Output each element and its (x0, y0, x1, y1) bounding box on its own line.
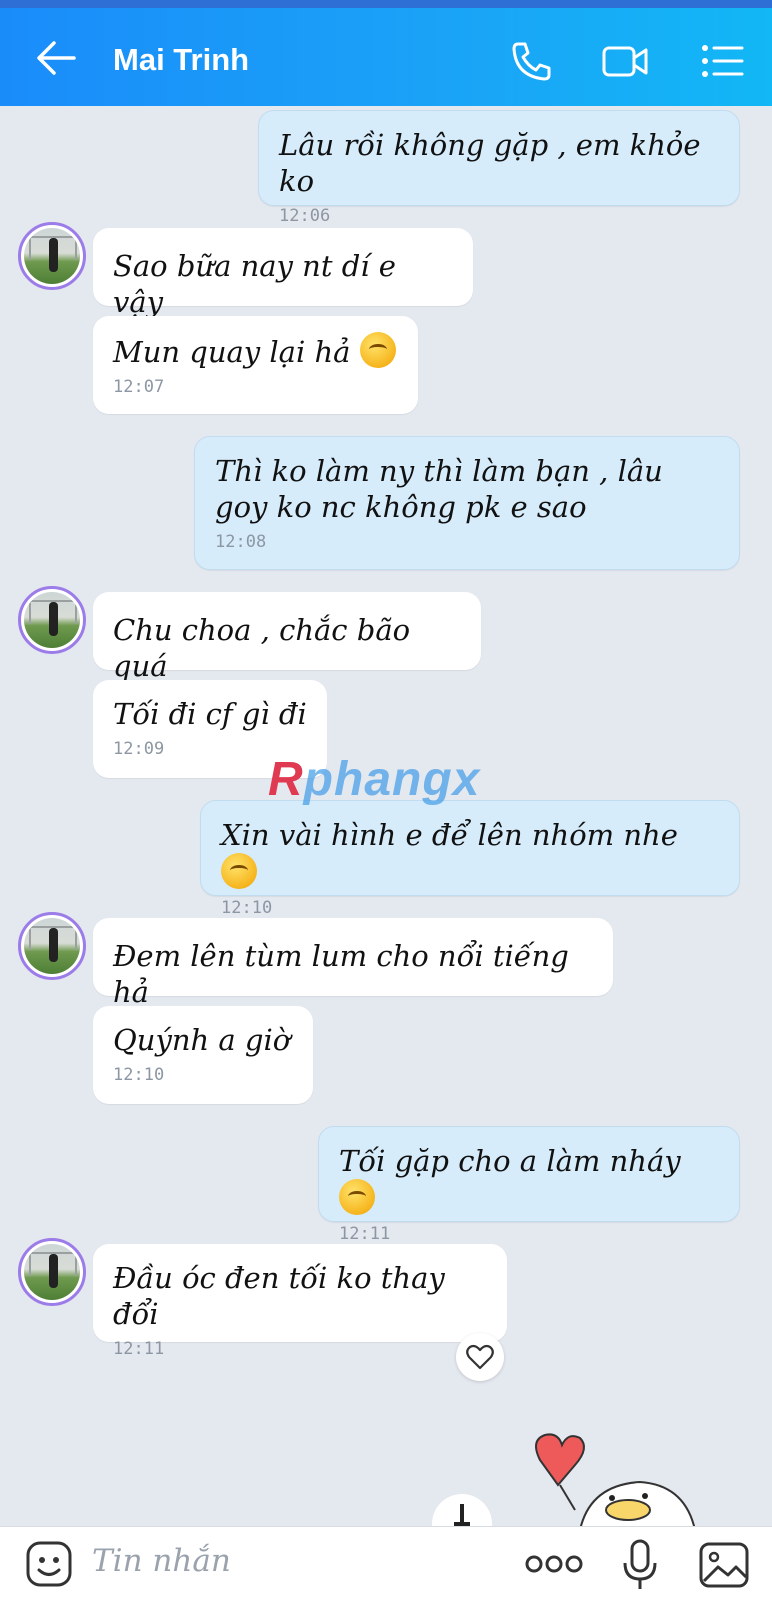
message-text: Đầu óc đen tối ko thay đổi (113, 1261, 445, 1331)
blushing-emoji-icon (359, 332, 396, 368)
message-bubble-outgoing[interactable]: Tối gặp cho a làm nháy 12:11 (318, 1126, 740, 1244)
message-time: 12:07 (113, 377, 165, 397)
message-text: Chu choa , chắc bão quá (113, 613, 411, 683)
menu-list-icon[interactable] (700, 38, 746, 84)
back-arrow-icon[interactable] (34, 38, 78, 78)
video-call-icon[interactable] (602, 38, 648, 84)
microphone-icon[interactable] (620, 1537, 660, 1593)
message-bubble-outgoing[interactable]: Xin vài hình e để lên nhóm nhe 12:10 (200, 800, 740, 918)
message-time: 12:11 (339, 1224, 391, 1244)
chat-header: Mai Trinh (0, 0, 772, 106)
message-time: 12:10 (113, 1065, 165, 1085)
contact-name[interactable]: Mai Trinh (113, 42, 249, 78)
message-bubble-outgoing[interactable]: Thì ko làm ny thì làm bạn , lâu goy ko n… (194, 436, 740, 570)
message-bubble-incoming[interactable]: Đem lên tùm lum cho nổi tiếng hả (93, 918, 613, 1009)
message-time: 12:08 (215, 532, 267, 552)
avatar[interactable] (18, 222, 86, 290)
message-text: Đem lên tùm lum cho nổi tiếng hả (113, 939, 569, 1009)
message-text: Mun quay lại hả (113, 335, 351, 369)
message-bubble-incoming[interactable]: Chu choa , chắc bão quá (93, 592, 481, 683)
message-text: Xin vài hình e để lên nhóm nhe (221, 818, 678, 852)
message-bubble-outgoing[interactable]: Lâu rồi không gặp , em khỏe ko 12:06 (258, 110, 740, 226)
message-text: Quýnh a giờ (113, 1023, 291, 1057)
watermark-logo: Rphangx (268, 753, 481, 806)
message-bubble-incoming[interactable]: Đầu óc đen tối ko thay đổi 12:11 (93, 1244, 507, 1359)
avatar[interactable] (18, 912, 86, 980)
message-text: Lâu rồi không gặp , em khỏe ko (279, 128, 701, 198)
image-gallery-icon[interactable] (698, 1539, 750, 1591)
duck-heart-sticker[interactable] (520, 1430, 720, 1530)
arrow-down-icon (454, 1504, 470, 1526)
heart-icon (466, 1344, 494, 1370)
phone-call-icon[interactable] (508, 38, 554, 84)
message-bubble-incoming[interactable]: Quýnh a giờ 12:10 (93, 1006, 313, 1104)
avatar[interactable] (18, 586, 86, 654)
message-text: Sao bữa nay nt dí e vậy (113, 249, 396, 319)
message-text: Tối gặp cho a làm nháy (339, 1144, 681, 1178)
scroll-down-button[interactable] (432, 1494, 492, 1530)
react-heart-button[interactable] (456, 1333, 504, 1381)
message-text: Tối đi cf gì đi (113, 697, 307, 731)
blushing-emoji-icon (339, 1179, 375, 1215)
message-time: 12:11 (113, 1339, 165, 1359)
message-time: 12:06 (279, 206, 331, 226)
message-input[interactable]: Tin nhắn (92, 1543, 231, 1579)
more-options-icon[interactable] (524, 1547, 584, 1581)
message-list[interactable]: Lâu rồi không gặp , em khỏe ko 12:06 Sao… (0, 106, 772, 1526)
sticker-emoji-icon[interactable] (24, 1539, 74, 1589)
message-bubble-incoming[interactable]: Sao bữa nay nt dí e vậy (93, 228, 473, 319)
message-time: 12:10 (221, 898, 273, 918)
message-composer: Tin nhắn (0, 1526, 772, 1600)
message-bubble-incoming[interactable]: Mun quay lại hả 12:07 (93, 316, 418, 414)
avatar[interactable] (18, 1238, 86, 1306)
message-text: Thì ko làm ny thì làm bạn , lâu goy ko n… (215, 454, 663, 524)
blushing-emoji-icon (221, 853, 257, 889)
